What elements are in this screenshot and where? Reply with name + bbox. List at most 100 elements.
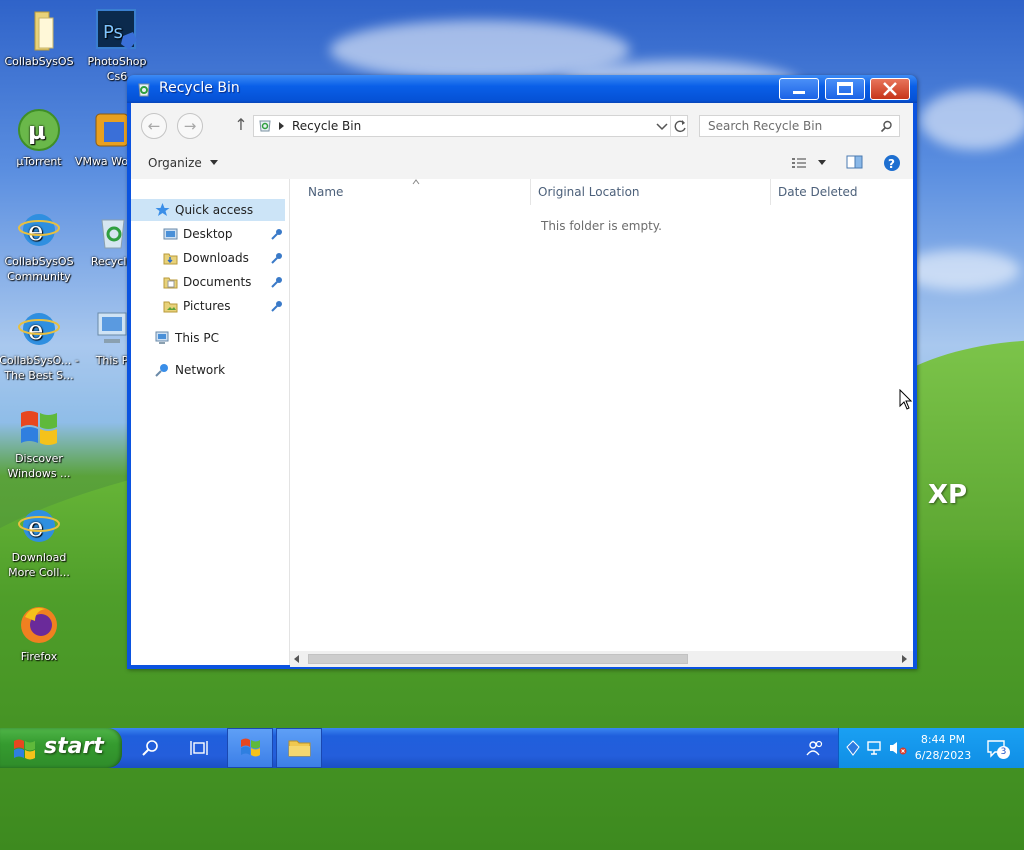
nav-label: Documents [183, 275, 252, 289]
nav-label: Quick access [175, 203, 254, 217]
photoshop-icon: Ps [95, 8, 139, 52]
navigation-bar: ← → ↑ Recycle Bin [131, 103, 913, 147]
nav-item-desktop[interactable]: Desktop [131, 223, 285, 245]
folder-icon [288, 740, 311, 757]
notification-center-button[interactable]: 3 [985, 736, 1010, 760]
desktop-icon-collabsysos-best[interactable]: e CollabSysO... - The Best S... [0, 307, 79, 383]
refresh-icon[interactable] [673, 119, 687, 133]
pin-icon[interactable] [271, 252, 283, 264]
svg-text:µ: µ [28, 117, 46, 145]
view-options-icon[interactable] [791, 157, 809, 169]
search-input[interactable] [708, 119, 873, 133]
folder-icon [17, 8, 61, 52]
network-shield-icon[interactable] [845, 740, 861, 756]
title-bar[interactable]: Recycle Bin [127, 75, 917, 103]
pin-icon[interactable] [271, 276, 283, 288]
taskbar-file-explorer-button[interactable] [276, 728, 322, 768]
task-view-icon [190, 741, 208, 755]
column-header-date-deleted[interactable]: Date Deleted [771, 179, 913, 205]
internet-explorer-icon: e [17, 504, 61, 548]
window-title: Recycle Bin [159, 80, 240, 96]
scroll-left-icon[interactable] [293, 655, 301, 663]
task-view-button[interactable] [176, 728, 222, 768]
nav-item-network[interactable]: Network [131, 359, 285, 381]
mouse-cursor-icon [899, 389, 913, 410]
search-box[interactable] [699, 115, 900, 137]
close-button[interactable] [870, 78, 910, 100]
start-label: start [44, 734, 104, 759]
internet-explorer-icon: e [17, 307, 61, 351]
scroll-right-icon[interactable] [901, 655, 909, 663]
utorrent-icon: µ [17, 108, 61, 152]
arrow-up-icon: ↑ [234, 115, 248, 134]
desktop-icon-discover-windows[interactable]: Discover Windows ... [0, 405, 79, 481]
sort-ascending-icon [412, 179, 420, 185]
chevron-down-icon[interactable] [656, 122, 668, 132]
nav-label: Pictures [183, 299, 231, 313]
up-button[interactable]: ↑ [231, 115, 251, 135]
window-body: ← → ↑ Recycle Bin Organi [131, 103, 913, 667]
people-icon [806, 740, 823, 756]
nav-label: Network [175, 363, 226, 377]
documents-folder-icon [163, 277, 178, 289]
help-icon[interactable]: ? [883, 154, 901, 172]
clock[interactable]: 8:44 PM 6/28/2023 [913, 732, 973, 764]
search-taskbar-button[interactable] [128, 728, 174, 768]
horizontal-scrollbar[interactable] [290, 651, 913, 667]
taskbar-windows-button[interactable] [227, 728, 273, 768]
desktop-icon-label: µTorrent [16, 155, 62, 168]
search-icon[interactable] [880, 120, 893, 133]
maximize-button[interactable] [825, 78, 865, 100]
pin-icon[interactable] [271, 228, 283, 240]
recycle-bin-icon [259, 120, 271, 132]
star-icon [155, 203, 170, 216]
clock-date: 6/28/2023 [914, 749, 972, 762]
desktop-icon-firefox[interactable]: Firefox [0, 603, 79, 664]
forward-button[interactable]: → [177, 113, 203, 139]
desktop-icon-label: Discover Windows ... [7, 452, 71, 480]
column-label: Date Deleted [778, 185, 858, 199]
svg-text:Ps: Ps [103, 22, 123, 43]
nav-label: This PC [175, 331, 219, 345]
search-icon [142, 740, 158, 756]
column-header-name[interactable]: Name [290, 179, 531, 205]
nav-item-this-pc[interactable]: This PC [131, 327, 285, 349]
column-label: Original Location [538, 185, 640, 199]
volume-muted-icon[interactable] [889, 740, 907, 756]
notification-badge: 3 [997, 746, 1010, 759]
back-button[interactable]: ← [141, 113, 167, 139]
desktop-icon-utorrent[interactable]: µ µTorrent [0, 108, 79, 169]
command-bar: Organize ? [131, 147, 913, 179]
desktop-icon-label: Download More Coll... [8, 551, 70, 579]
chevron-right-icon[interactable] [278, 122, 286, 132]
desktop-icon-label: CollabSysO... - The Best S... [0, 354, 79, 382]
organize-button[interactable]: Organize [148, 156, 219, 170]
pictures-folder-icon [163, 301, 178, 313]
recycle-bin-icon [136, 81, 152, 97]
nav-label: Downloads [183, 251, 249, 265]
scrollbar-thumb[interactable] [308, 654, 688, 664]
chevron-down-icon[interactable] [817, 160, 827, 166]
file-list: Name Original Location Date Deleted This… [290, 179, 913, 667]
desktop-icon-download-more[interactable]: e Download More Coll... [0, 504, 79, 580]
network-status-icon[interactable] [867, 740, 883, 756]
desktop-folder-icon [163, 228, 178, 240]
desktop-icon-label: CollabSysOS Community [4, 255, 74, 283]
desktop-icon-collabsysos-community[interactable]: e CollabSysOS Community [0, 208, 79, 284]
people-button[interactable] [792, 728, 838, 768]
nav-item-pictures[interactable]: Pictures [131, 295, 285, 317]
desktop-icon-collabsysos[interactable]: CollabSysOS [0, 8, 79, 69]
nav-item-documents[interactable]: Documents [131, 271, 285, 293]
recycle-bin-window: Recycle Bin ← → ↑ Recycle Bin Search Rec… [127, 75, 917, 669]
preview-pane-icon[interactable] [846, 155, 864, 169]
pin-icon[interactable] [271, 300, 283, 312]
column-header-original-location[interactable]: Original Location [531, 179, 771, 205]
desktop-icon-photoshop[interactable]: Ps PhotoShop Cs6 [77, 8, 157, 84]
minimize-button[interactable] [779, 78, 819, 100]
nav-item-quick-access[interactable]: Quick access [131, 199, 285, 221]
address-bar[interactable]: Recycle Bin [253, 115, 688, 137]
nav-item-downloads[interactable]: Downloads [131, 247, 285, 269]
clock-time: 8:44 PM [920, 733, 966, 746]
windows-flag-icon [241, 738, 260, 757]
start-button[interactable]: start [0, 728, 122, 768]
